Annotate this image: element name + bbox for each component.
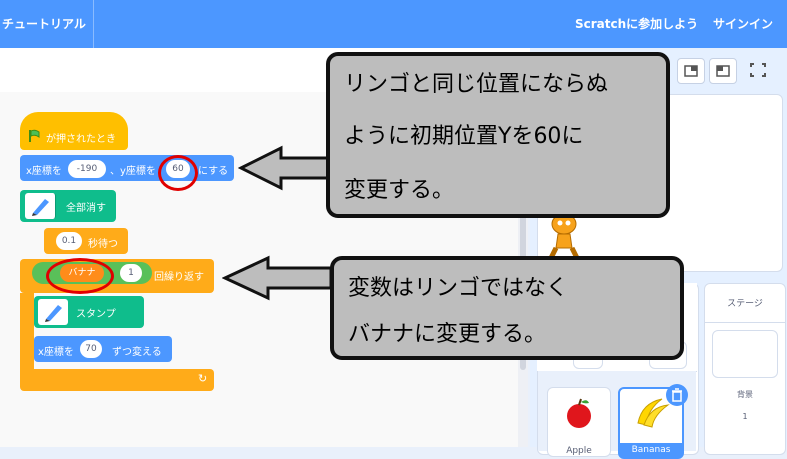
goto-x-input[interactable]: -190 bbox=[68, 160, 106, 178]
repeat-block-arm bbox=[20, 293, 34, 379]
goto-prefix: x座標を bbox=[26, 166, 62, 177]
apple-icon bbox=[567, 398, 591, 428]
stamp-label: スタンプ bbox=[76, 309, 116, 320]
repeat-block-bottom bbox=[20, 369, 214, 391]
change-x-input[interactable]: 70 bbox=[80, 340, 102, 358]
bottom-callout-box: 変数はリンゴではなく バナナに変更する。 bbox=[330, 256, 684, 360]
repeat-subtract-input[interactable]: 1 bbox=[120, 264, 142, 282]
small-stage-button[interactable] bbox=[677, 58, 705, 84]
bottom-callout-arrow bbox=[222, 255, 333, 301]
join-scratch-link[interactable]: Scratchに参加しよう bbox=[575, 15, 698, 32]
variable-highlight bbox=[46, 258, 114, 294]
small-stage-icon bbox=[684, 65, 698, 77]
pen-clear-block[interactable]: 全部消す bbox=[20, 190, 116, 222]
delete-sprite-button[interactable] bbox=[666, 384, 688, 406]
top-callout-arrow bbox=[238, 145, 337, 191]
fullscreen-icon bbox=[750, 63, 766, 77]
clear-label: 全部消す bbox=[66, 203, 106, 214]
tutorials-link[interactable]: チュートリアル bbox=[2, 15, 86, 32]
repeat-label: 回繰り返す bbox=[154, 272, 204, 283]
top-callout-box: リンゴと同じ位置にならぬ ように初期位置Yを60に 変更する。 bbox=[326, 52, 670, 218]
top-callout-line-3: 変更する。 bbox=[344, 178, 455, 203]
backdrops-count: 1 bbox=[742, 412, 748, 421]
wait-label: 秒待つ bbox=[88, 239, 118, 250]
large-stage-button[interactable] bbox=[709, 58, 737, 84]
backdrop-thumbnail[interactable] bbox=[712, 330, 778, 378]
goto-mid-label: 、y座標を bbox=[110, 166, 156, 177]
hat-label: が押されたとき bbox=[46, 134, 116, 145]
y-value-highlight bbox=[158, 155, 198, 191]
pen-icon bbox=[25, 193, 56, 219]
pen-stamp-block[interactable]: スタンプ bbox=[34, 296, 144, 328]
stage-selector-pane[interactable]: ステージ 背景 1 bbox=[704, 283, 786, 455]
menu-bar: チュートリアル Scratchに参加しよう サインイン bbox=[0, 0, 787, 48]
menu-divider bbox=[93, 0, 94, 48]
top-callout-line-2: ように初期位置Yを60に bbox=[344, 124, 584, 149]
goto-suffix-label: にする bbox=[198, 166, 229, 177]
fullscreen-button[interactable] bbox=[745, 58, 771, 82]
change-suffix-label: ずつ変える bbox=[112, 347, 162, 358]
wait-seconds-input[interactable]: 0.1 bbox=[56, 232, 82, 250]
sprite-name-bananas: Bananas bbox=[620, 443, 682, 457]
trash-icon bbox=[672, 388, 682, 402]
sprite-name-apple: Apple bbox=[566, 446, 592, 456]
large-stage-icon bbox=[716, 65, 730, 77]
bottom-callout-line-1: 変数はリンゴではなく bbox=[348, 276, 569, 301]
bottom-callout-line-2: バナナに変更する。 bbox=[348, 322, 547, 347]
sign-in-link[interactable]: サインイン bbox=[713, 15, 773, 32]
top-callout-line-1: リンゴと同じ位置にならぬ bbox=[344, 72, 609, 97]
stage-pane-title: ステージ bbox=[727, 299, 763, 309]
loop-arrow-icon: ↻ bbox=[198, 372, 208, 385]
pen-stamp-icon bbox=[38, 299, 68, 325]
change-prefix: x座標を bbox=[38, 347, 74, 358]
when-flag-clicked-block[interactable]: が押されたとき bbox=[20, 112, 128, 150]
green-flag-icon bbox=[28, 129, 40, 143]
stage-pane-header: ステージ bbox=[705, 284, 785, 323]
backdrops-label: 背景 bbox=[737, 390, 753, 399]
